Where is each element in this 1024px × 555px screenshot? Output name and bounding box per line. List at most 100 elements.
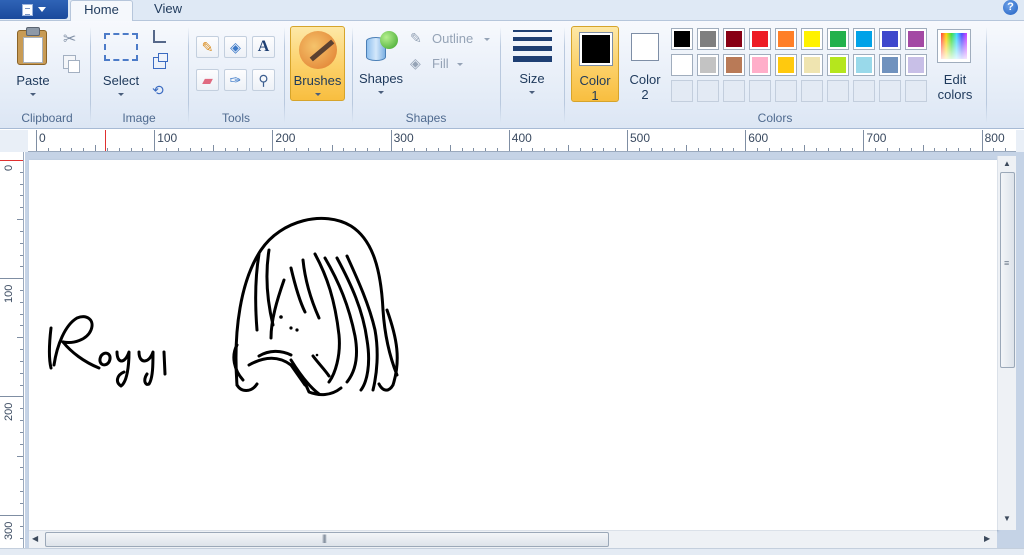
- color1-swatch: [579, 32, 613, 66]
- palette-swatch[interactable]: [671, 80, 693, 102]
- ruler-label: 700: [866, 131, 887, 145]
- palette-swatch[interactable]: [801, 54, 823, 76]
- palette-swatch[interactable]: [723, 28, 745, 50]
- signature-doodle: [48, 315, 167, 388]
- palette-swatch[interactable]: [801, 28, 823, 50]
- ruler-tick: [20, 183, 23, 185]
- palette-swatch[interactable]: [775, 54, 797, 76]
- outline-button[interactable]: ✎ Outline: [410, 30, 495, 48]
- eraser-icon: ▰: [202, 72, 213, 88]
- ruler-label: 500: [630, 131, 651, 145]
- select-button[interactable]: Select: [96, 25, 146, 103]
- palette-swatch[interactable]: [827, 28, 849, 50]
- palette-swatch[interactable]: [775, 28, 797, 50]
- color2-number: 2: [641, 87, 649, 102]
- palette-swatch[interactable]: [853, 80, 875, 102]
- ribbon: Paste ✂ Clipboard Select ⟲ Image ✎ ◈ A ▰…: [0, 21, 1024, 129]
- magnifier-tool[interactable]: ⚲: [252, 69, 275, 91]
- resize-icon[interactable]: [153, 53, 168, 69]
- help-icon[interactable]: ?: [1003, 0, 1018, 15]
- girl-face-details: [279, 315, 319, 357]
- palette-swatch[interactable]: [905, 28, 927, 50]
- ruler-tick: [804, 145, 806, 151]
- text-tool[interactable]: A: [252, 36, 275, 58]
- ruler-tick: [20, 325, 23, 327]
- ruler-tick: [20, 479, 23, 481]
- ribbon-tab-bar: Home View ?: [0, 0, 1024, 22]
- vertical-scrollbar[interactable]: ▲ ≡ ▼: [997, 156, 1016, 530]
- palette-swatch[interactable]: [879, 80, 901, 102]
- copy-icon[interactable]: [63, 55, 80, 73]
- palette-swatch[interactable]: [775, 80, 797, 102]
- shapes-button[interactable]: Shapes: [356, 25, 406, 103]
- grip-icon: |||: [322, 533, 327, 543]
- edit-colors-label: Edit: [943, 72, 967, 87]
- horizontal-scroll-thumb[interactable]: |||: [45, 532, 609, 547]
- ruler-tick: [20, 467, 23, 469]
- pencil-tool[interactable]: ✎: [196, 36, 219, 58]
- palette-swatch[interactable]: [749, 80, 771, 102]
- palette-swatch[interactable]: [671, 28, 693, 50]
- cursor-position-marker: [0, 160, 23, 161]
- horizontal-ruler: 0 100 200 300 400 500 600 700 800: [28, 130, 1016, 152]
- scroll-down-icon[interactable]: ▼: [1003, 514, 1011, 523]
- ruler-tick: [36, 130, 37, 151]
- drawing-canvas[interactable]: [29, 160, 997, 530]
- ruler-label: 0: [39, 131, 46, 145]
- palette-swatch[interactable]: [905, 80, 927, 102]
- edit-colors-button[interactable]: Edit colors: [932, 25, 978, 103]
- scroll-right-icon[interactable]: ▶: [984, 534, 990, 543]
- chevron-down-icon: [38, 7, 46, 12]
- color1-label: Color: [579, 73, 611, 88]
- edit-colors-label-line2: colors: [937, 87, 973, 102]
- palette-swatch[interactable]: [879, 54, 901, 76]
- palette-swatch[interactable]: [749, 28, 771, 50]
- ruler-tick: [508, 130, 510, 151]
- rotate-icon[interactable]: ⟲: [152, 82, 164, 99]
- grip-icon: ≡: [1004, 258, 1009, 268]
- palette-swatch[interactable]: [879, 28, 901, 50]
- scroll-left-icon[interactable]: ◀: [32, 534, 38, 543]
- paint-menu-button[interactable]: [0, 0, 68, 19]
- group-separator: [564, 27, 565, 123]
- fill-tool[interactable]: ◈: [224, 36, 247, 58]
- palette-swatch[interactable]: [905, 54, 927, 76]
- palette-swatch[interactable]: [801, 80, 823, 102]
- palette-swatch[interactable]: [853, 28, 875, 50]
- color-palette: [671, 28, 931, 104]
- group-label-clipboard: Clipboard: [21, 111, 73, 125]
- palette-swatch[interactable]: [697, 28, 719, 50]
- crop-icon[interactable]: [153, 30, 166, 43]
- palette-swatch[interactable]: [853, 54, 875, 76]
- palette-swatch[interactable]: [723, 80, 745, 102]
- tab-home[interactable]: Home: [70, 0, 133, 22]
- tab-view[interactable]: View: [140, 0, 196, 22]
- palette-swatch[interactable]: [697, 80, 719, 102]
- color1-button[interactable]: Color 1: [571, 26, 619, 103]
- color-picker-tool[interactable]: ✑: [224, 69, 247, 91]
- size-button[interactable]: Size: [506, 25, 558, 103]
- color2-button[interactable]: Color 2: [622, 26, 668, 102]
- scroll-up-icon[interactable]: ▲: [1003, 159, 1011, 168]
- eraser-tool[interactable]: ▰: [196, 69, 219, 91]
- paste-button[interactable]: Paste: [8, 25, 58, 103]
- ruler-tick: [20, 538, 23, 540]
- ruler-tick: [20, 408, 23, 410]
- ruler-tick: [20, 313, 23, 315]
- vertical-scroll-thumb[interactable]: ≡: [1000, 172, 1015, 368]
- ruler-tick: [213, 145, 215, 151]
- cut-icon[interactable]: ✂: [63, 29, 76, 49]
- brushes-button[interactable]: Brushes: [290, 26, 345, 101]
- fill-button[interactable]: ◈ Fill: [410, 55, 470, 73]
- group-label-colors: Colors: [757, 111, 793, 125]
- palette-swatch[interactable]: [827, 54, 849, 76]
- outline-label: Outline: [432, 31, 474, 46]
- palette-swatch[interactable]: [723, 54, 745, 76]
- ruler-tick: [981, 130, 983, 151]
- palette-swatch[interactable]: [697, 54, 719, 76]
- color1-number: 1: [591, 88, 599, 103]
- palette-swatch[interactable]: [749, 54, 771, 76]
- horizontal-scrollbar[interactable]: ◀ ||| ▶: [29, 530, 997, 548]
- palette-swatch[interactable]: [671, 54, 693, 76]
- palette-swatch[interactable]: [827, 80, 849, 102]
